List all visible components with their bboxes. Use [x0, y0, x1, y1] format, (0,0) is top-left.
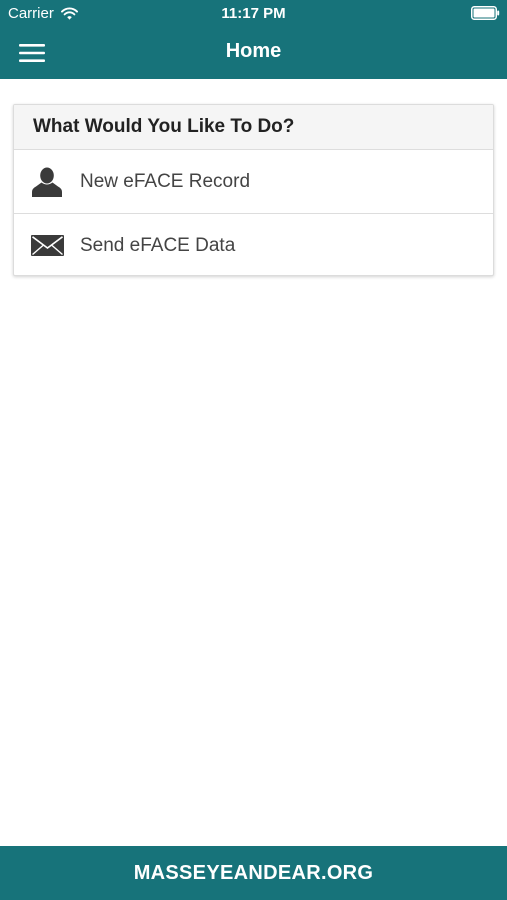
- new-eface-record-item[interactable]: New eFACE Record: [14, 150, 493, 214]
- battery-icon: [471, 6, 500, 20]
- envelope-icon: [30, 235, 64, 256]
- nav-bar: Home: [0, 28, 507, 79]
- new-eface-record-label: New eFACE Record: [80, 170, 251, 192]
- actions-card: What Would You Like To Do? New eFACE Rec…: [13, 104, 494, 276]
- status-bar: Carrier 11:17 PM: [0, 0, 507, 28]
- person-icon: [32, 167, 62, 197]
- send-eface-data-item[interactable]: Send eFACE Data: [14, 214, 493, 275]
- app-bar: Carrier 11:17 PM Home: [0, 0, 507, 79]
- footer-website-link[interactable]: MASSEYEANDEAR.ORG: [0, 846, 507, 900]
- send-eface-data-label: Send eFACE Data: [80, 234, 236, 256]
- item-icon-wrapper: [14, 167, 80, 197]
- status-time: 11:17 PM: [221, 5, 286, 22]
- page-title: Home: [225, 40, 282, 62]
- card-heading: What Would You Like To Do?: [14, 105, 493, 150]
- item-icon-wrapper: [14, 235, 80, 256]
